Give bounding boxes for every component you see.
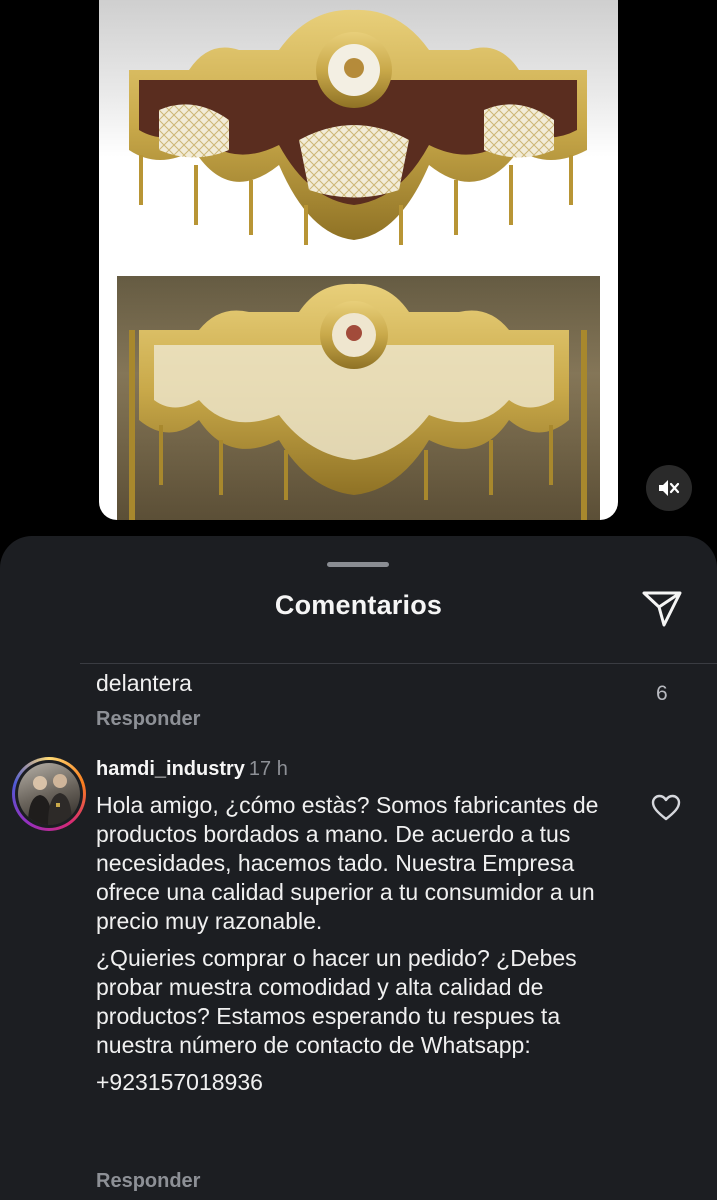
- comment-phone-number: +923157018936: [96, 1069, 263, 1095]
- comment-paragraph-1: Hola amigo, ¿cómo estàs? Somos fabricant…: [96, 792, 599, 934]
- comment-timestamp: 17 h: [248, 758, 288, 780]
- screen: Comentarios delantera 6 Responder hamdi_…: [0, 0, 717, 1200]
- avatar-people-illustration: [28, 774, 72, 825]
- send-icon: [642, 591, 682, 627]
- previous-comment-reply-button[interactable]: Responder: [96, 708, 200, 731]
- commenter-avatar[interactable]: [12, 757, 86, 831]
- comment-username[interactable]: hamdi_industry: [96, 758, 245, 780]
- comment-header: hamdi_industry 17 h: [96, 758, 288, 781]
- previous-comment-text: delantera: [96, 670, 192, 696]
- speaker-muted-icon: [659, 480, 680, 496]
- mute-toggle-button[interactable]: [646, 465, 692, 511]
- like-comment-button[interactable]: [650, 791, 682, 823]
- embroidered-canopy-illustration: [117, 9, 600, 520]
- comment-reply-button[interactable]: Responder: [96, 1170, 200, 1193]
- post-media-image[interactable]: [99, 0, 618, 520]
- list-top-divider: [80, 663, 717, 664]
- comments-sheet: Comentarios delantera 6 Responder hamdi_…: [0, 536, 717, 1200]
- comment-paragraph-2: ¿Quieries comprar o hacer un pedido? ¿De…: [96, 945, 577, 1058]
- previous-comment-like-count: 6: [656, 682, 668, 705]
- share-button[interactable]: [638, 584, 686, 632]
- heart-outline-icon: [651, 794, 681, 820]
- avatar-photo: [18, 763, 80, 825]
- sheet-grabber-handle[interactable]: [327, 562, 389, 567]
- sheet-title: Comentarios: [274, 590, 443, 620]
- comment-body: Hola amigo, ¿cómo estàs? Somos fabricant…: [96, 791, 616, 1105]
